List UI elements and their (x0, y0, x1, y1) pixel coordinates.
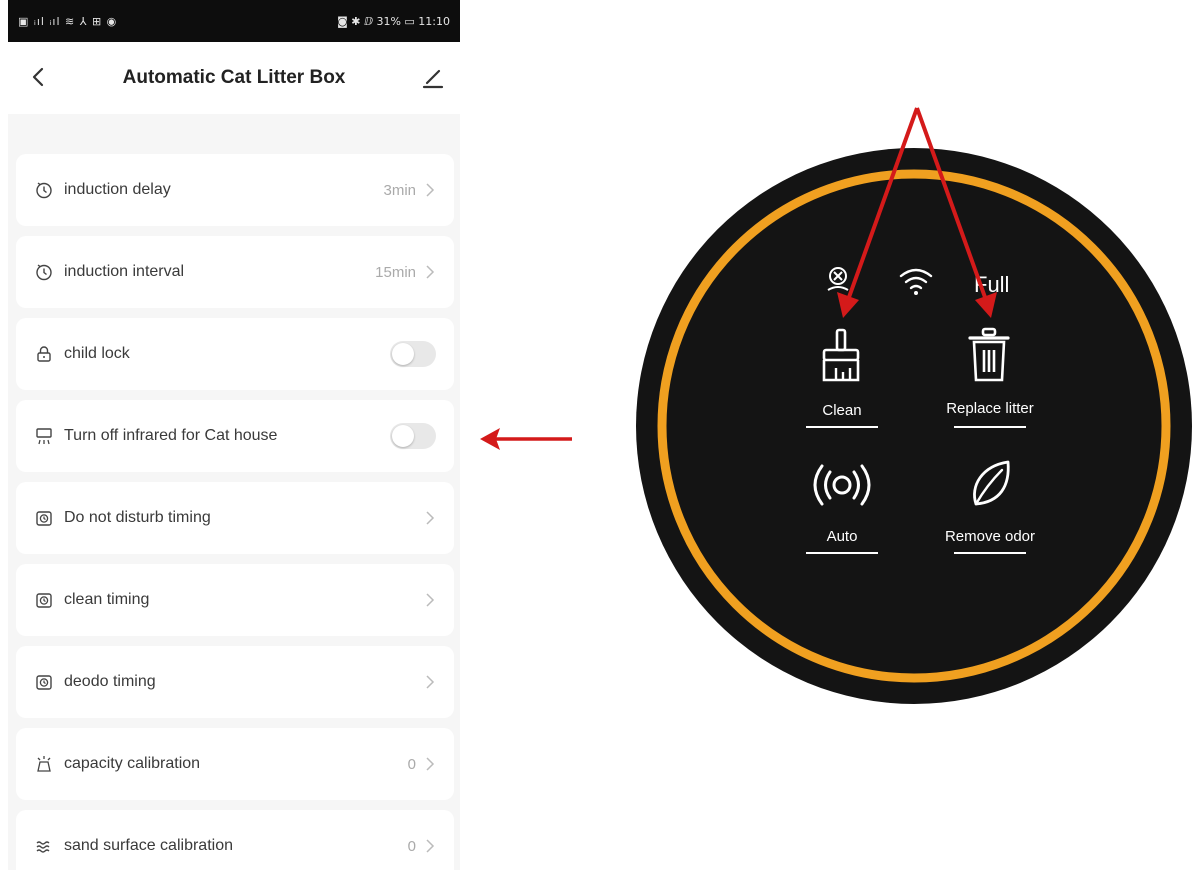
divider (806, 552, 878, 554)
wave-icon (36, 841, 50, 853)
setting-clean-timing[interactable]: clean timing (16, 564, 454, 636)
divider (954, 426, 1026, 428)
setting-label: induction interval (64, 263, 185, 280)
remove-odor-button[interactable]: Remove odor (930, 456, 1050, 556)
setting-label: Turn off infrared for Cat house (64, 427, 278, 444)
setting-capacity-calibration[interactable]: capacity calibration 0 (16, 728, 454, 800)
pointer-arrow-icon (480, 428, 572, 450)
leaf-icon (973, 460, 1010, 506)
setting-induction-delay[interactable]: induction delay 3min (16, 154, 454, 226)
calibration-icon (37, 756, 51, 772)
setting-label: capacity calibration (64, 755, 201, 772)
auto-label: Auto (826, 528, 858, 545)
page-title: Automatic Cat Litter Box (122, 67, 346, 88)
chevron-right-icon (426, 593, 435, 607)
infrared-icon (36, 428, 52, 445)
setting-value: 0 (407, 755, 416, 773)
replace-litter-label: Replace litter (946, 400, 1034, 417)
setting-deodo-timing[interactable]: deodo timing (16, 646, 454, 718)
setting-child-lock: child lock (16, 318, 454, 390)
setting-value: 0 (407, 837, 416, 855)
setting-value: 15min (375, 263, 416, 281)
edit-icon[interactable] (420, 64, 446, 90)
setting-do-not-disturb[interactable]: Do not disturb timing (16, 482, 454, 554)
chevron-right-icon (426, 265, 435, 279)
setting-sand-surface-calibration[interactable]: sand surface calibration 0 (16, 810, 454, 870)
phone-screen: ▣ ᵢıl ᵢıl ≋ ⅄ ⊞ ◉ ◙ ✱ ⅅ 31% ▭ 11:10 Auto… (8, 0, 460, 870)
remove-odor-label: Remove odor (944, 528, 1036, 545)
device-control-panel: Full Clean Replace litter Auto Remove od… (634, 107, 1194, 704)
chevron-right-icon (426, 757, 435, 771)
clock-icon (36, 182, 52, 199)
setting-label: Do not disturb timing (64, 509, 211, 526)
setting-label: deodo timing (64, 673, 156, 690)
chevron-right-icon (426, 183, 435, 197)
infrared-toggle[interactable] (390, 423, 436, 449)
broadcast-icon (813, 464, 871, 506)
callout-arrows-icon (837, 107, 997, 318)
setting-label: sand surface calibration (64, 837, 233, 854)
setting-value: 3min (383, 181, 416, 199)
status-bar: ▣ ᵢıl ᵢıl ≋ ⅄ ⊞ ◉ ◙ ✱ ⅅ 31% ▭ 11:10 (8, 0, 460, 42)
clock-icon (36, 264, 52, 281)
status-bar-left: ▣ ᵢıl ᵢıl ≋ ⅄ ⊞ ◉ (18, 14, 118, 28)
toggle-knob (392, 343, 414, 365)
setting-label: child lock (64, 345, 130, 362)
status-bar-right: ◙ ✱ ⅅ 31% ▭ 11:10 (337, 14, 450, 28)
chevron-right-icon (426, 511, 435, 525)
divider (954, 552, 1026, 554)
chevron-right-icon (426, 675, 435, 689)
setting-induction-interval[interactable]: induction interval 15min (16, 236, 454, 308)
setting-label: induction delay (64, 181, 171, 198)
nav-bar: Automatic Cat Litter Box (8, 42, 460, 114)
chevron-right-icon (426, 839, 435, 853)
child-lock-toggle[interactable] (390, 341, 436, 367)
clean-label: Clean (822, 402, 862, 419)
toggle-knob (392, 425, 414, 447)
alarm-clock-icon (36, 593, 52, 608)
setting-label: clean timing (64, 591, 150, 608)
divider (806, 426, 878, 428)
setting-infrared-off: Turn off infrared for Cat house (16, 400, 454, 472)
auto-button[interactable]: Auto (782, 456, 902, 556)
alarm-clock-icon (36, 511, 52, 526)
settings-list: induction delay 3min induction interval … (16, 154, 454, 870)
back-icon[interactable] (26, 64, 52, 90)
alarm-clock-icon (36, 675, 52, 690)
lock-icon (37, 346, 51, 362)
